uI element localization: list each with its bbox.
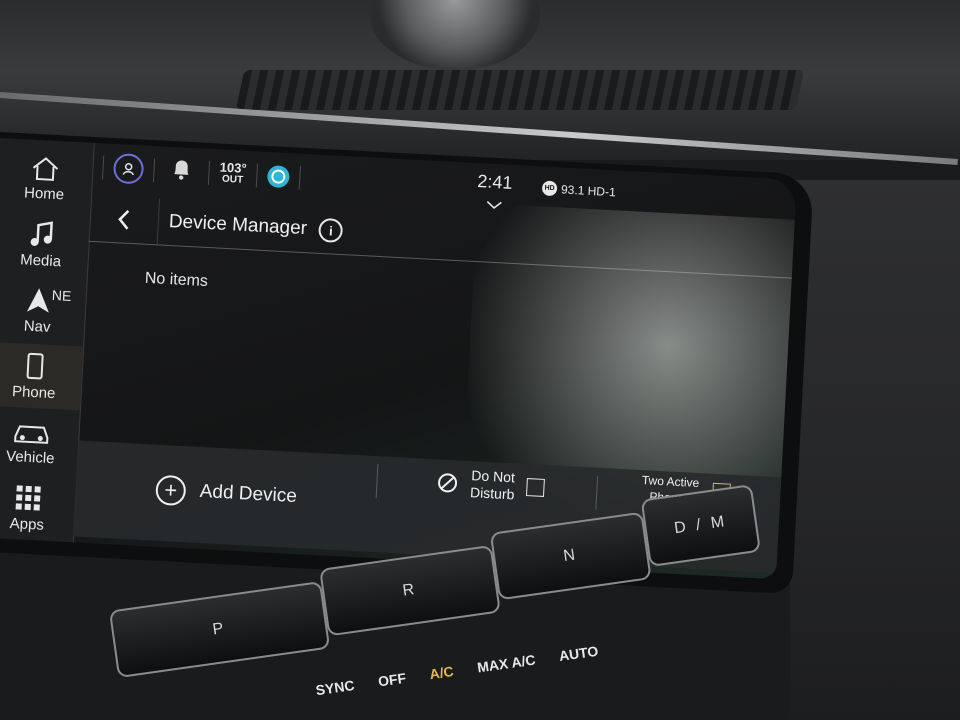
compass-heading: NE	[51, 286, 72, 304]
phone-icon	[26, 352, 44, 379]
notifications-button[interactable]	[170, 156, 193, 186]
nav-arrow-icon	[26, 287, 49, 313]
sidebar-item-media[interactable]: Media	[0, 210, 90, 279]
sidebar-item-label: Nav	[23, 317, 51, 336]
status-divider	[101, 155, 105, 180]
sidebar-item-label: Home	[23, 183, 65, 203]
driver-profile-button[interactable]	[112, 153, 145, 185]
gear-button-park[interactable]: P	[108, 580, 331, 679]
empty-list-message: No items	[144, 269, 209, 291]
plus-circle-icon: +	[155, 474, 187, 507]
info-icon[interactable]: i	[318, 217, 344, 244]
apps-grid-icon	[15, 484, 41, 511]
chevron-down-icon	[486, 200, 502, 209]
status-divider	[152, 158, 156, 183]
clock-time: 2:41	[476, 171, 513, 193]
air-vent	[235, 70, 805, 110]
sidebar-item-nav[interactable]: NE Nav	[0, 276, 87, 345]
chevron-left-icon	[118, 209, 130, 230]
sidebar-item-label: Vehicle	[5, 447, 55, 467]
gear-button-neutral[interactable]: N	[489, 511, 652, 601]
sidebar-item-phone[interactable]: Phone	[0, 341, 84, 411]
voice-assistant-button[interactable]	[266, 165, 290, 189]
sync-button[interactable]: SYNC	[315, 677, 356, 698]
status-divider	[255, 163, 258, 188]
climate-off-button[interactable]: OFF	[377, 670, 407, 690]
gear-button-drive[interactable]: D / M	[640, 484, 761, 568]
sidebar-item-label: Apps	[9, 514, 45, 534]
music-note-icon	[30, 220, 53, 246]
radio-status[interactable]: HD 93.1 HD-1	[541, 180, 617, 199]
status-divider	[298, 165, 301, 190]
radio-station: 93.1 HD-1	[560, 181, 617, 199]
sidebar-item-label: Phone	[11, 382, 56, 402]
home-icon	[32, 156, 59, 181]
dashboard-right-panel	[790, 180, 960, 720]
driver-profile-icon	[122, 163, 134, 176]
sidebar-item-home[interactable]: Home	[0, 144, 94, 213]
status-divider	[207, 160, 211, 185]
hd-radio-icon: HD	[541, 180, 558, 197]
car-icon	[14, 424, 49, 444]
back-button[interactable]	[88, 194, 161, 245]
ac-button[interactable]: A/C	[428, 663, 454, 682]
temperature-label: OUT	[221, 173, 244, 186]
gear-button-reverse[interactable]: R	[319, 544, 501, 637]
bell-icon	[174, 160, 189, 180]
outside-temperature: 103° OUT	[219, 160, 247, 187]
max-ac-button[interactable]: MAX A/C	[476, 652, 536, 676]
sidebar-item-vehicle[interactable]: Vehicle	[0, 408, 80, 477]
auto-button[interactable]: AUTO	[558, 643, 599, 664]
clock[interactable]: 2:41	[476, 171, 513, 215]
alexa-icon	[270, 169, 286, 184]
sidebar-item-label: Media	[19, 250, 62, 270]
sidebar-item-apps[interactable]: Apps	[0, 474, 76, 543]
page-title: Device Manager	[168, 210, 308, 240]
